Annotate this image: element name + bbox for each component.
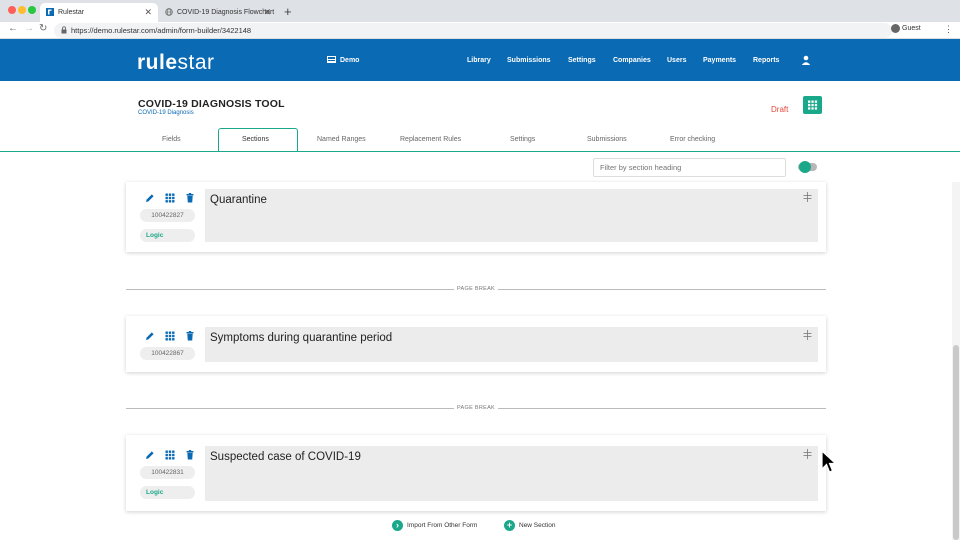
section-id: 100422827: [140, 209, 195, 222]
reload-icon[interactable]: ↻: [39, 23, 47, 34]
section-card: 100422867 Symptoms during quarantine per…: [126, 316, 826, 372]
logo-text-right: star: [177, 51, 215, 74]
browser-tabstrip: Rulestar ✕ COVID-19 Diagnosis Flowchart …: [0, 0, 960, 22]
section-heading: Quarantine: [210, 194, 267, 206]
page-break-label: PAGE BREAK: [454, 405, 498, 411]
nav-submissions[interactable]: Submissions: [507, 57, 551, 64]
tab-fields[interactable]: Fields: [162, 136, 181, 143]
pencil-icon[interactable]: [145, 193, 155, 203]
grid-icon[interactable]: [165, 450, 175, 460]
browser-tab-rulestar[interactable]: Rulestar ✕: [40, 3, 158, 22]
maximize-window-dot[interactable]: [28, 6, 36, 14]
minimize-window-dot[interactable]: [18, 6, 26, 14]
section-heading: Symptoms during quarantine period: [210, 332, 393, 344]
address-bar[interactable]: https://demo.rulestar.com/admin/form-bui…: [54, 23, 892, 38]
nav-reports[interactable]: Reports: [753, 57, 779, 64]
section-id: 100422867: [140, 347, 195, 360]
tab-sections[interactable]: Sections: [242, 136, 269, 143]
grid-icon[interactable]: [165, 193, 175, 203]
apps-grid-button[interactable]: [803, 96, 822, 114]
drag-handle-icon[interactable]: [803, 330, 812, 340]
workspace-label: Demo: [340, 57, 360, 64]
tab-submissions[interactable]: Submissions: [587, 136, 627, 143]
section-heading-box[interactable]: Symptoms during quarantine period: [205, 327, 818, 362]
scrollbar-thumb[interactable]: [953, 345, 959, 540]
forward-arrow-icon[interactable]: →: [24, 23, 34, 34]
status-badge: Draft: [771, 105, 789, 114]
close-window-dot[interactable]: [8, 6, 16, 14]
logic-badge[interactable]: Logic: [140, 229, 195, 242]
close-tab-icon[interactable]: ✕: [263, 7, 271, 18]
new-section-button[interactable]: + New Section: [504, 520, 556, 531]
page-title: COVID-19 DIAGNOSIS TOOL: [138, 98, 285, 110]
tab-settings[interactable]: Settings: [510, 136, 535, 143]
import-icon: ›: [392, 520, 403, 531]
back-arrow-icon[interactable]: ←: [8, 23, 18, 34]
browser-tab-title: COVID-19 Diagnosis Flowchart: [177, 9, 275, 16]
new-section-label: New Section: [519, 522, 556, 529]
profile-label: Guest: [902, 25, 921, 32]
tab-error-checking[interactable]: Error checking: [670, 136, 715, 143]
section-card: 100422827 Logic Quarantine: [126, 182, 826, 252]
section-id: 100422831: [140, 466, 195, 479]
trash-icon[interactable]: [185, 450, 195, 460]
nav-payments[interactable]: Payments: [703, 57, 736, 64]
grid-icon[interactable]: [165, 331, 175, 341]
nav-companies[interactable]: Companies: [613, 57, 651, 64]
tab-named-ranges[interactable]: Named Ranges: [317, 136, 366, 143]
table-icon: [327, 56, 336, 63]
page-subtitle: COVID-19 Diagnosis: [138, 110, 194, 116]
section-filter-input[interactable]: [593, 158, 786, 177]
mouse-cursor-icon: [821, 450, 837, 473]
lock-icon: [61, 26, 67, 34]
page-break-label: PAGE BREAK: [454, 286, 498, 292]
tab-replacement-rules[interactable]: Replacement Rules: [400, 136, 461, 143]
import-label: Import From Other Form: [407, 522, 478, 529]
trash-icon[interactable]: [185, 331, 195, 341]
section-card: 100422831 Logic Suspected case of COVID-…: [126, 435, 826, 511]
drag-handle-icon[interactable]: [803, 449, 812, 459]
logo-text-left: rule: [137, 51, 178, 74]
globe-icon: [165, 8, 173, 16]
rulestar-favicon-icon: [46, 8, 54, 16]
rulestar-logo[interactable]: rulestar: [137, 51, 215, 75]
section-heading-box[interactable]: Suspected case of COVID-19: [205, 446, 818, 501]
nav-users[interactable]: Users: [667, 57, 686, 64]
section-heading-box[interactable]: Quarantine: [205, 189, 818, 242]
drag-handle-icon[interactable]: [803, 192, 812, 202]
browser-toolbar: ← → ↻ https://demo.rulestar.com/admin/fo…: [0, 22, 960, 39]
browser-tab-title: Rulestar: [58, 9, 85, 16]
toggle-knob[interactable]: [799, 161, 811, 173]
url-text: https://demo.rulestar.com/admin/form-bui…: [71, 26, 252, 35]
app-header: rulestar Demo Library Submissions Settin…: [0, 39, 960, 81]
tab-underline: [0, 151, 960, 152]
grid-icon: [808, 100, 818, 110]
close-tab-icon[interactable]: ✕: [144, 7, 152, 18]
profile-button[interactable]: Guest: [891, 24, 921, 33]
logic-badge[interactable]: Logic: [140, 486, 195, 499]
import-from-other-form-button[interactable]: › Import From Other Form: [392, 520, 478, 531]
pencil-icon[interactable]: [145, 450, 155, 460]
pencil-icon[interactable]: [145, 331, 155, 341]
plus-icon: +: [504, 520, 515, 531]
section-heading: Suspected case of COVID-19: [210, 451, 361, 463]
browser-tab-flowchart[interactable]: COVID-19 Diagnosis Flowchart ✕: [159, 3, 277, 22]
trash-icon[interactable]: [185, 193, 195, 203]
nav-settings[interactable]: Settings: [568, 57, 596, 64]
workspace-switcher[interactable]: Demo: [327, 56, 359, 64]
new-tab-icon[interactable]: +: [284, 4, 292, 19]
user-icon[interactable]: [801, 55, 811, 65]
browser-menu-icon[interactable]: ⋮: [944, 24, 953, 35]
nav-library[interactable]: Library: [467, 57, 491, 64]
profile-avatar-icon: [891, 24, 900, 33]
